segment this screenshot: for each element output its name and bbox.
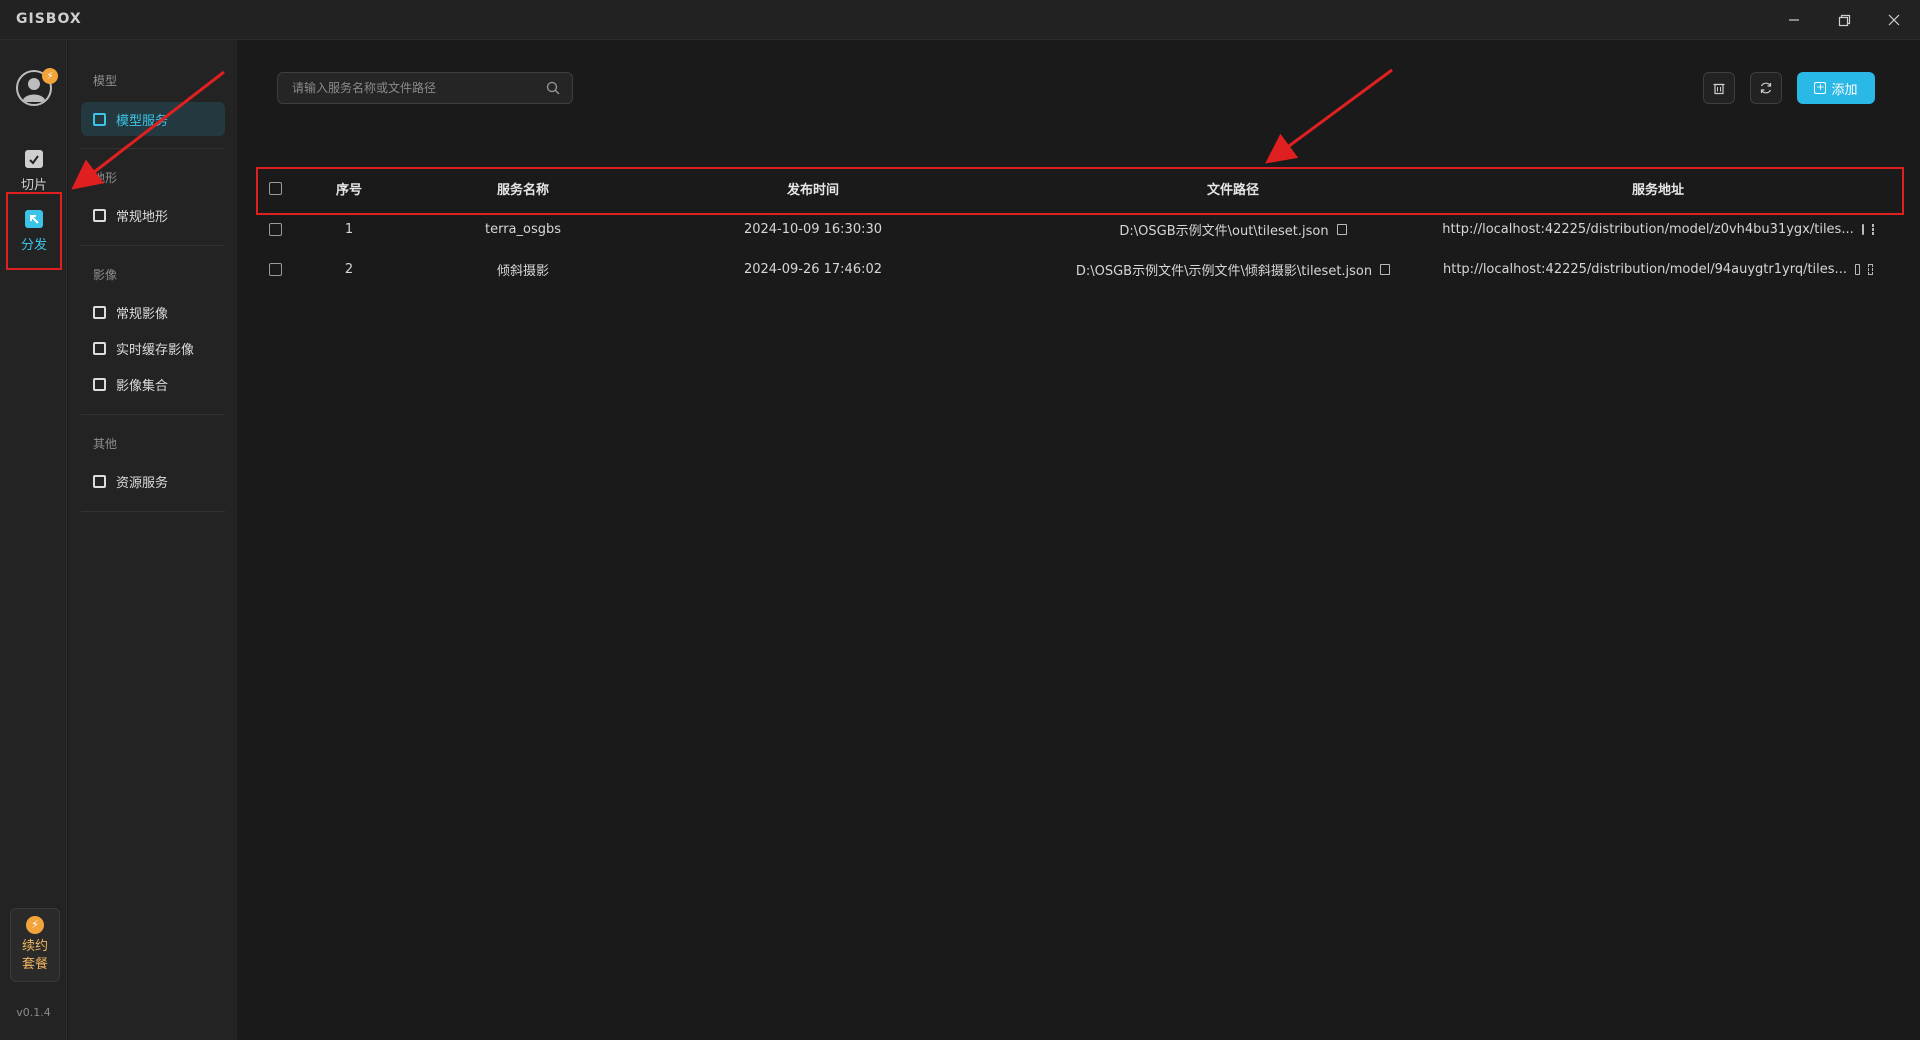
close-icon [1888, 14, 1900, 26]
table-row[interactable]: 2 倾斜摄影 2024-09-26 17:46:02 D:\OSGB示例文件\示… [253, 249, 1893, 289]
row-index: 2 [344, 261, 354, 277]
header-index: 序号 [335, 182, 362, 198]
add-button[interactable]: + 添加 [1797, 72, 1875, 104]
nav-item-label: 影像集合 [116, 378, 169, 394]
select-all-checkbox[interactable] [268, 181, 282, 195]
restore-icon [1838, 14, 1850, 26]
row-service-name: 倾斜摄影 [496, 263, 549, 279]
nav-item-label: 常规影像 [116, 306, 169, 322]
open-file-icon[interactable] [1380, 263, 1391, 275]
copy-icon[interactable] [1854, 263, 1860, 275]
search-box [277, 72, 573, 104]
search-icon[interactable] [546, 81, 560, 95]
nav-item-model-service[interactable]: 模型服务 [81, 102, 225, 136]
nav-item-label: 模型服务 [116, 113, 169, 129]
close-button[interactable] [1876, 6, 1912, 34]
rail-item-distribute[interactable]: 分发 [6, 192, 62, 270]
open-file-icon[interactable] [1336, 223, 1347, 235]
group-title-model: 模型 [93, 74, 118, 88]
nav-item-regular-imagery[interactable]: 常规影像 [81, 295, 225, 329]
version-label: v0.1.4 [16, 1006, 51, 1019]
icon-rail: ⚡ 切片 分发 ⚡ 续约 套餐 v0.1.4 [0, 40, 67, 1040]
lightning-icon: ⚡ [26, 916, 44, 934]
slice-icon [25, 149, 43, 168]
qr-code-icon[interactable] [1871, 223, 1874, 235]
add-button-label: 添加 [1831, 82, 1858, 98]
app-logo: GISBOX [16, 11, 82, 27]
row-file-path: D:\OSGB示例文件\out\tileset.json [1119, 223, 1329, 239]
table-header: 序号 服务名称 发布时间 文件路径 服务地址 [253, 168, 1893, 208]
distribute-icon [25, 209, 43, 228]
rail-item-label: 切片 [20, 177, 47, 193]
trash-icon [1713, 83, 1725, 95]
delete-button[interactable] [1703, 72, 1735, 104]
title-bar: GISBOX [0, 0, 1920, 40]
imagery-icon [93, 305, 106, 319]
row-checkbox[interactable] [268, 222, 282, 236]
terrain-icon [93, 208, 106, 222]
nav-item-imagery-collection[interactable]: 影像集合 [81, 367, 225, 401]
sub-navigation: 模型 模型服务 地形 常规地形 影像 常规影像 实时缓存影像 影像集合 其他 资… [68, 40, 237, 1040]
nav-item-realtime-cache-imagery[interactable]: 实时缓存影像 [81, 331, 225, 365]
header-publish-time: 发布时间 [786, 182, 839, 198]
resource-service-icon [93, 474, 106, 488]
cache-imagery-icon [93, 341, 106, 355]
refresh-icon [1760, 82, 1772, 94]
row-service-url: http://localhost:42225/distribution/mode… [1442, 221, 1854, 237]
table-row[interactable]: 1 terra_osgbs 2024-10-09 16:30:30 D:\OSG… [253, 209, 1893, 249]
divider [81, 245, 225, 246]
renew-label-line1: 续约 [21, 939, 48, 954]
qr-code-icon[interactable] [1867, 263, 1873, 275]
row-publish-time: 2024-10-09 16:30:30 [743, 221, 883, 237]
divider [81, 414, 225, 415]
refresh-button[interactable] [1750, 72, 1782, 104]
group-title-imagery: 影像 [93, 268, 118, 282]
row-checkbox[interactable] [268, 262, 282, 276]
minimize-icon [1789, 19, 1799, 21]
row-service-name: terra_osgbs [484, 221, 562, 237]
rail-item-label: 分发 [20, 237, 47, 253]
model-service-icon [93, 112, 106, 126]
group-title-terrain: 地形 [93, 171, 118, 185]
imagery-collection-icon [93, 377, 106, 391]
nav-item-regular-terrain[interactable]: 常规地形 [81, 198, 225, 232]
header-service-name: 服务名称 [496, 182, 549, 198]
nav-item-label: 实时缓存影像 [116, 342, 195, 358]
divider [81, 148, 225, 149]
nav-item-label: 常规地形 [116, 209, 169, 225]
row-file-path: D:\OSGB示例文件\示例文件\倾斜摄影\tileset.json [1075, 263, 1373, 279]
divider [81, 511, 225, 512]
header-service-url: 服务地址 [1631, 182, 1684, 198]
plus-icon: + [1814, 82, 1827, 94]
renew-label-line2: 套餐 [21, 957, 48, 972]
restore-button[interactable] [1826, 6, 1862, 34]
group-title-other: 其他 [93, 437, 118, 451]
renew-plan-button[interactable]: ⚡ 续约 套餐 [10, 908, 60, 982]
row-publish-time: 2024-09-26 17:46:02 [743, 261, 883, 277]
minimize-button[interactable] [1776, 6, 1812, 34]
search-input[interactable] [290, 80, 546, 96]
nav-item-resource-service[interactable]: 资源服务 [81, 464, 225, 498]
main-content: + 添加 序号 服务名称 发布时间 文件路径 服务地址 1 terra_osgb… [237, 40, 1920, 1040]
nav-item-label: 资源服务 [116, 475, 169, 491]
row-service-url: http://localhost:42225/distribution/mode… [1443, 261, 1847, 277]
row-index: 1 [344, 221, 354, 237]
lightning-badge-icon: ⚡ [42, 68, 58, 84]
copy-icon[interactable] [1861, 223, 1864, 235]
header-file-path: 文件路径 [1206, 182, 1259, 198]
